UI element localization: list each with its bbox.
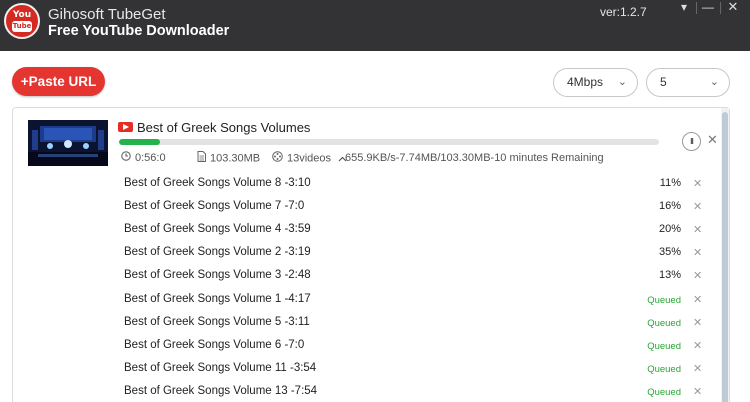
- window-control-divider: [696, 2, 697, 14]
- app-name: Gihosoft TubeGet: [48, 6, 166, 23]
- progress-percent: 16%: [658, 200, 681, 213]
- progress-percent: 13%: [658, 269, 681, 282]
- size-info: 103.30MB: [197, 151, 260, 165]
- speed-limit-dropdown[interactable]: 4Mbps ⌄: [553, 68, 638, 97]
- remove-item-icon[interactable]: ✕: [693, 293, 702, 306]
- list-item[interactable]: Best of Greek Songs Volume 8 -3:10 11% ✕: [13, 172, 713, 195]
- app-subtitle: Free YouTube Downloader: [48, 23, 230, 39]
- list-item-title: Best of Greek Songs Volume 2 -3:19: [124, 246, 311, 259]
- title-bar[interactable]: You Tube Gihosoft TubeGet Free YouTube D…: [0, 0, 750, 51]
- download-progress-bar: [119, 139, 659, 145]
- list-item-title: Best of Greek Songs Volume 6 -7:0: [124, 338, 305, 351]
- app-window: You Tube Gihosoft TubeGet Free YouTube D…: [0, 0, 750, 402]
- remove-item-icon[interactable]: ✕: [693, 200, 702, 213]
- list-item-title: Best of Greek Songs Volume 7 -7:0: [124, 200, 305, 213]
- concert-stage-image: [28, 120, 108, 166]
- list-item[interactable]: Best of Greek Songs Volume 7 -7:0 16% ✕: [13, 195, 713, 218]
- logo-text-top: You: [12, 10, 32, 20]
- file-icon: [197, 151, 206, 166]
- minimize-button[interactable]: —: [698, 0, 718, 16]
- download-progress-fill: [119, 139, 160, 145]
- list-item[interactable]: Best of Greek Songs Volume 1 -4:17 Queued…: [13, 288, 713, 311]
- app-logo: You Tube: [4, 3, 40, 39]
- duration-info: 0:56:0: [121, 151, 166, 165]
- download-task-panel: Best of Greek Songs Volumes 0:56:0 103.3…: [12, 107, 730, 402]
- chevron-down-icon: ⌄: [709, 76, 719, 88]
- videos-count-info[interactable]: 13videos: [272, 151, 347, 165]
- concurrent-downloads-dropdown[interactable]: 5 ⌄: [646, 68, 730, 97]
- remove-item-icon[interactable]: ✕: [693, 339, 702, 352]
- queued-status: Queued: [647, 317, 681, 329]
- list-item[interactable]: Best of Greek Songs Volume 6 -7:0 Queued ✕: [13, 334, 713, 357]
- speed-status: 655.9KB/s-7.74MB/103.30MB-10 minutes Rem…: [345, 152, 604, 164]
- list-item-title: Best of Greek Songs Volume 11 -3:54: [124, 361, 317, 374]
- concurrent-downloads-value: 5: [660, 75, 667, 89]
- videos-count-value: 13videos: [287, 152, 332, 165]
- list-item-title: Best of Greek Songs Volume 5 -3:11: [124, 315, 310, 328]
- list-item[interactable]: Best of Greek Songs Volume 2 -3:19 35% ✕: [13, 241, 713, 264]
- window-control-divider: [720, 2, 721, 14]
- remove-item-icon[interactable]: ✕: [693, 269, 702, 282]
- list-item[interactable]: Best of Greek Songs Volume 11 -3:54 Queue…: [13, 357, 713, 380]
- progress-percent: 11%: [659, 177, 681, 189]
- size-value: 103.30MB: [210, 152, 261, 165]
- chevron-down-icon: ⌄: [617, 76, 627, 88]
- remove-item-icon[interactable]: ✕: [693, 385, 702, 398]
- remove-item-icon[interactable]: ✕: [693, 316, 702, 329]
- film-reel-icon: [272, 151, 283, 166]
- menu-dropdown-button[interactable]: ▾: [674, 0, 694, 16]
- list-item-title: Best of Greek Songs Volume 13 -7:54: [124, 384, 318, 397]
- video-thumbnail[interactable]: [28, 120, 108, 166]
- list-item-title: Best of Greek Songs Volume 8 -3:10: [124, 177, 311, 189]
- list-item[interactable]: Best of Greek Songs Volume 3 -2:48 13% ✕: [13, 264, 713, 287]
- speed-limit-value: 4Mbps: [567, 75, 604, 89]
- list-item-title: Best of Greek Songs Volume 1 -4:17: [124, 292, 311, 305]
- youtube-icon: [118, 122, 133, 132]
- remove-item-icon[interactable]: ✕: [693, 246, 702, 259]
- list-item[interactable]: Best of Greek Songs Volume 5 -3:11 Queued…: [13, 311, 713, 334]
- pause-button[interactable]: II: [682, 132, 701, 151]
- queued-status: Queued: [647, 294, 681, 306]
- remove-item-icon[interactable]: ✕: [693, 362, 702, 375]
- paste-url-button[interactable]: +Paste URL: [12, 67, 105, 96]
- queued-status: Queued: [647, 340, 681, 352]
- duration-value: 0:56:0: [135, 152, 166, 164]
- scrollbar[interactable]: [721, 108, 729, 402]
- scrollbar-thumb[interactable]: [722, 112, 728, 402]
- list-item-title: Best of Greek Songs Volume 3 -2:48: [124, 269, 311, 282]
- progress-percent: 20%: [658, 223, 681, 236]
- progress-percent: 35%: [658, 246, 681, 259]
- close-window-button[interactable]: ✕: [722, 0, 744, 16]
- remove-item-icon[interactable]: ✕: [693, 223, 702, 236]
- list-item[interactable]: Best of Greek Songs Volume 4 -3:59 20% ✕: [13, 218, 713, 241]
- remove-download-button[interactable]: ✕: [707, 132, 718, 148]
- list-item[interactable]: Best of Greek Songs Volume 13 -7:54 Queue…: [13, 380, 713, 402]
- queued-status: Queued: [647, 363, 681, 375]
- list-item-title: Best of Greek Songs Volume 4 -3:59: [124, 223, 311, 236]
- logo-text-bottom: Tube: [12, 21, 32, 32]
- version-label: ver:1.2.7: [600, 5, 647, 19]
- clock-icon: [121, 151, 131, 165]
- remove-item-icon[interactable]: ✕: [693, 177, 702, 190]
- queued-status: Queued: [647, 386, 681, 398]
- download-title: Best of Greek Songs Volumes: [137, 120, 311, 135]
